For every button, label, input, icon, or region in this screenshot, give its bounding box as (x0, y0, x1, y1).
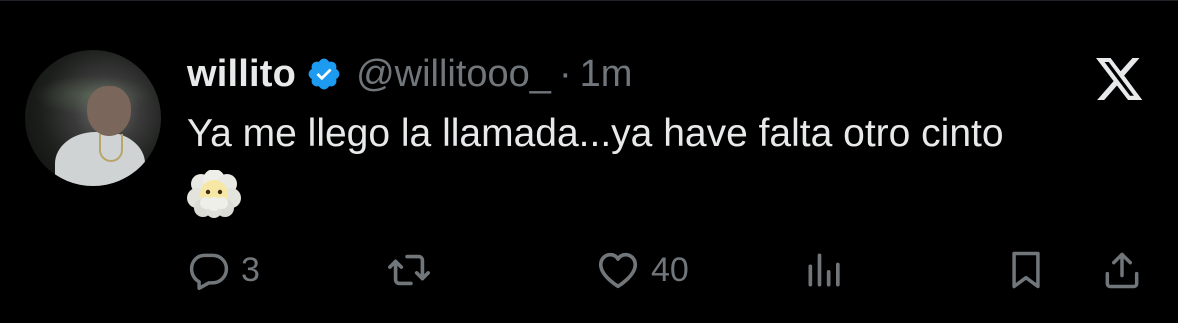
avatar-chain (99, 134, 123, 162)
handle[interactable]: @willitooo_ (356, 53, 551, 96)
views-button[interactable] (803, 240, 847, 300)
reply-button[interactable]: 3 (187, 240, 260, 300)
bookmark-button[interactable] (1004, 240, 1048, 300)
display-name[interactable]: willito (187, 53, 296, 96)
reply-count: 3 (241, 250, 260, 289)
tweet-text: Ya me llego la llamada...ya have falta o… (187, 112, 1004, 155)
reply-icon (187, 248, 231, 292)
views-icon (803, 248, 847, 292)
share-button[interactable] (1100, 240, 1144, 300)
like-count: 40 (651, 250, 689, 289)
timestamp[interactable]: 1m (580, 53, 633, 96)
tweet-header: willito @willitooo_ · 1m (187, 52, 632, 96)
like-button[interactable]: 40 (595, 240, 689, 300)
separator-dot: · (558, 52, 572, 95)
verified-badge-icon[interactable] (306, 56, 342, 92)
action-bar: 3 40 (0, 240, 1178, 300)
avatar-head (87, 86, 131, 136)
retweet-icon (386, 247, 432, 293)
avatar[interactable] (25, 50, 161, 186)
heart-icon (595, 247, 641, 293)
share-icon (1100, 248, 1144, 292)
bookmark-icon (1004, 248, 1048, 292)
tweet-card[interactable]: willito @willitooo_ · 1m Ya me llego la … (0, 0, 1178, 323)
x-logo-icon (1096, 58, 1144, 100)
retweet-button[interactable] (386, 240, 442, 300)
face-in-clouds-emoji (187, 169, 241, 218)
